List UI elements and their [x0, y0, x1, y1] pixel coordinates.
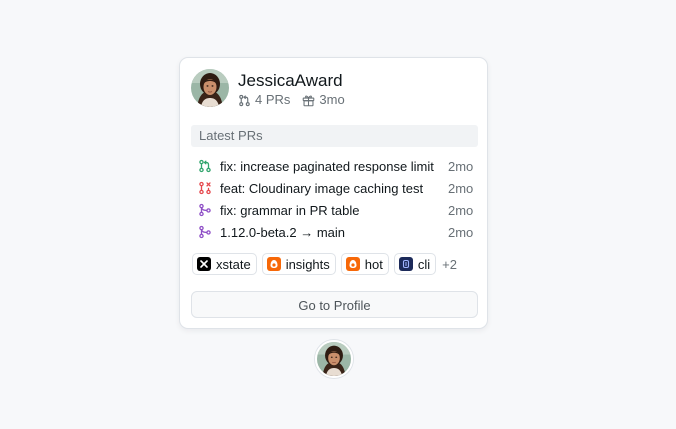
- account-age: 3mo: [319, 92, 345, 107]
- repo-name: insights: [285, 256, 330, 272]
- pr-item[interactable]: fix: increase paginated response limit 2…: [197, 155, 474, 177]
- pr-list: fix: increase paginated response limit 2…: [197, 155, 474, 243]
- pr-count-stat: 4 PRs: [238, 92, 290, 108]
- pr-title: fix: increase paginated response limit: [220, 158, 434, 174]
- account-age-stat: 3mo: [302, 92, 345, 108]
- pr-item[interactable]: 1.12.0-beta.2 → main 2mo: [197, 221, 474, 243]
- repo-name: cli: [417, 256, 431, 272]
- pr-age: 2mo: [448, 158, 474, 174]
- user-hover-card: JessicaAward 4 PRs 3mo Latest PRs fix: i…: [179, 57, 488, 329]
- pr-title: feat: Cloudinary image caching test: [220, 180, 424, 196]
- gift-icon: [303, 95, 315, 106]
- git-pull-request-closed-icon: [197, 180, 213, 196]
- opensauced-logo-icon: [266, 257, 281, 271]
- avatar[interactable]: [191, 69, 229, 107]
- repo-chip-cli[interactable]: cli: [393, 253, 437, 275]
- pr-title: 1.12.0-beta.2 → main: [220, 224, 346, 240]
- repo-name: xstate: [216, 256, 251, 272]
- go-to-profile-button[interactable]: Go to Profile: [191, 291, 478, 318]
- repo-chip-xstate[interactable]: xstate: [192, 253, 257, 275]
- pr-item[interactable]: fix: grammar in PR table 2mo: [197, 199, 474, 221]
- avatar-trigger[interactable]: [315, 340, 353, 378]
- username[interactable]: JessicaAward: [238, 71, 343, 91]
- git-pull-request-icon: [239, 94, 250, 106]
- pr-count: 4 PRs: [255, 92, 291, 107]
- repo-chip-insights[interactable]: insights: [261, 253, 336, 275]
- user-stats: 4 PRs 3mo: [238, 92, 345, 108]
- pr-title: fix: grammar in PR table: [220, 202, 360, 218]
- latest-prs-header: Latest PRs: [191, 125, 478, 147]
- cli-logo-icon: [398, 257, 413, 271]
- git-pull-request-icon: [197, 158, 213, 174]
- repo-chip-hot[interactable]: hot: [340, 253, 389, 275]
- repo-list: xstate insights hot cli +2: [192, 253, 457, 275]
- pr-age: 2mo: [448, 180, 474, 196]
- more-repos-count[interactable]: +2: [442, 257, 457, 272]
- repo-name: hot: [364, 256, 383, 272]
- pr-age: 2mo: [448, 224, 474, 240]
- opensauced-logo-icon: [345, 257, 360, 271]
- pr-age: 2mo: [448, 202, 474, 218]
- pr-item[interactable]: feat: Cloudinary image caching test 2mo: [197, 177, 474, 199]
- xstate-logo-icon: [197, 257, 211, 271]
- git-merge-icon: [197, 202, 213, 218]
- git-merge-icon: [197, 224, 213, 240]
